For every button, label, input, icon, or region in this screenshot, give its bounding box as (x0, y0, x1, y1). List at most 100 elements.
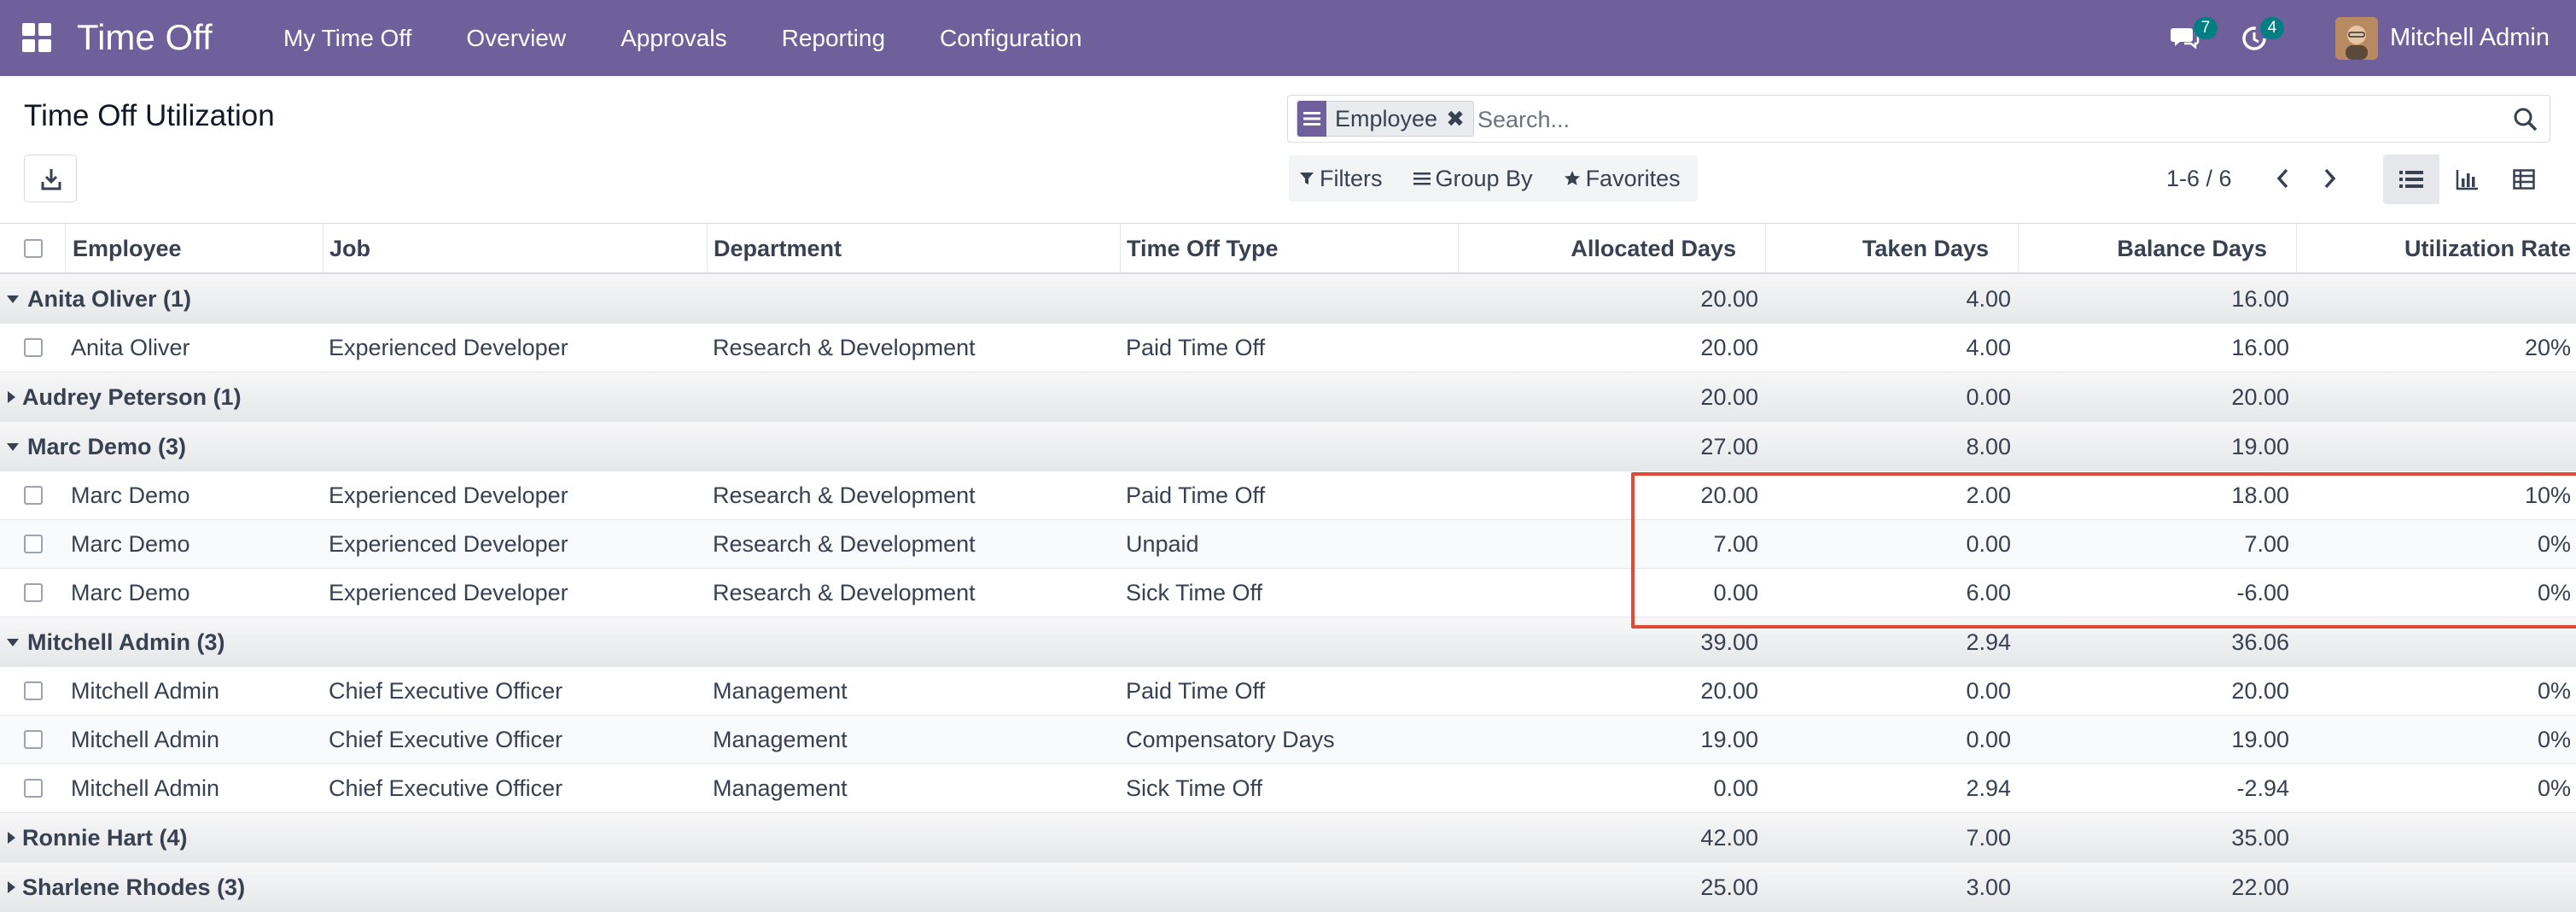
row-checkbox[interactable] (24, 486, 43, 505)
cell-allocated: 20.00 (1700, 335, 1758, 360)
search-input[interactable]: Search... (1477, 107, 1570, 133)
pager-value[interactable]: 1-6 / 6 (2166, 166, 2232, 192)
group-taken: 8.00 (1966, 434, 2011, 459)
pager-next-icon[interactable] (2319, 166, 2340, 191)
download-button[interactable] (24, 155, 77, 202)
caret-down-icon (7, 639, 19, 646)
caret-down-icon (7, 443, 19, 451)
list-view-icon (2399, 171, 2423, 188)
filters-button[interactable]: Filters (1299, 166, 1383, 192)
pivot-view-button[interactable] (2496, 155, 2552, 204)
col-balance-days[interactable]: Balance Days (2117, 224, 2267, 273)
filter-icon (1300, 173, 1314, 184)
cell-employee: Mitchell Admin (71, 727, 220, 752)
group-name: Anita Oliver (1) (27, 286, 192, 312)
menu-reporting[interactable]: Reporting (755, 25, 912, 52)
cell-taken: 4.00 (1966, 335, 2011, 360)
pivot-table-icon (2513, 169, 2535, 190)
cell-balance: 19.00 (2231, 727, 2289, 752)
group-row-ronnie-hart[interactable]: Ronnie Hart (4) 42.00 7.00 35.00 (0, 813, 2576, 863)
menu-overview[interactable]: Overview (439, 25, 593, 52)
group-allocated: 42.00 (1700, 825, 1758, 851)
list-view-button[interactable] (2383, 155, 2439, 204)
search-facet-employee[interactable]: Employee ✖ (1297, 101, 1474, 137)
col-allocated-days[interactable]: Allocated Days (1571, 224, 1736, 273)
facet-label: Employee (1335, 105, 1438, 132)
graph-view-button[interactable] (2439, 155, 2496, 204)
row-checkbox[interactable] (24, 535, 43, 553)
caret-down-icon (7, 295, 19, 303)
row-checkbox[interactable] (24, 583, 43, 602)
select-all-checkbox[interactable] (24, 239, 43, 258)
cell-balance: -2.94 (2236, 775, 2289, 801)
row-checkbox[interactable] (24, 730, 43, 749)
app-title[interactable]: Time Off (77, 15, 213, 60)
page-title: Time Off Utilization (24, 99, 275, 132)
group-row-mitchell-admin[interactable]: Mitchell Admin (3) 39.00 2.94 36.06 (0, 617, 2576, 667)
cell-taken: 2.94 (1966, 775, 2011, 801)
app-grid-icon[interactable] (22, 23, 51, 52)
cell-department: Research & Development (713, 482, 976, 508)
table-row[interactable]: Marc Demo Experienced Developer Research… (0, 520, 2576, 569)
cell-utilization: 20% (2524, 335, 2571, 360)
cell-employee: Anita Oliver (71, 335, 190, 360)
pager-previous-icon[interactable] (2273, 166, 2293, 191)
table-row[interactable]: Mitchell Admin Chief Executive Officer M… (0, 667, 2576, 716)
group-allocated: 25.00 (1700, 874, 1758, 900)
group-allocated: 20.00 (1700, 286, 1758, 312)
group-balance: 35.00 (2231, 825, 2289, 851)
top-navbar: Time Off My Time Off Overview Approvals … (0, 0, 2576, 76)
group-balance: 36.06 (2231, 629, 2289, 655)
user-name[interactable]: Mitchell Admin (2390, 24, 2550, 52)
table-row[interactable]: Marc Demo Experienced Developer Research… (0, 569, 2576, 617)
row-checkbox[interactable] (24, 681, 43, 700)
view-switcher (2383, 155, 2552, 204)
group-taken: 3.00 (1966, 874, 2011, 900)
row-checkbox[interactable] (24, 338, 43, 357)
list-table: Employee Job Department Time Off Type Al… (0, 223, 2576, 912)
star-icon (1564, 171, 1580, 185)
col-job[interactable]: Job (329, 224, 370, 273)
col-time-off-type[interactable]: Time Off Type (1127, 224, 1279, 273)
user-avatar[interactable] (2335, 17, 2378, 60)
activities-badge: 4 (2260, 17, 2284, 39)
menu-approvals[interactable]: Approvals (593, 25, 755, 52)
cell-utilization: 0% (2537, 531, 2571, 557)
cell-department: Management (713, 727, 848, 752)
menu-configuration[interactable]: Configuration (912, 25, 1110, 52)
group-by-label: Group By (1435, 165, 1533, 191)
row-checkbox[interactable] (24, 779, 43, 798)
group-row-audrey-peterson[interactable]: Audrey Peterson (1) 20.00 0.00 20.00 (0, 372, 2576, 422)
group-row-sharlene-rhodes[interactable]: Sharlene Rhodes (3) 25.00 3.00 22.00 (0, 863, 2576, 912)
table-row[interactable]: Mitchell Admin Chief Executive Officer M… (0, 716, 2576, 764)
group-row-anita-oliver[interactable]: Anita Oliver (1) 20.00 4.00 16.00 (0, 274, 2576, 324)
table-row[interactable]: Mitchell Admin Chief Executive Officer M… (0, 764, 2576, 813)
facet-remove-icon[interactable]: ✖ (1446, 106, 1473, 132)
table-row[interactable]: Marc Demo Experienced Developer Research… (0, 471, 2576, 520)
favorites-button[interactable]: Favorites (1564, 166, 1681, 192)
search-icon[interactable] (2512, 106, 2539, 133)
favorites-label: Favorites (1585, 165, 1681, 191)
cell-taken: 6.00 (1966, 580, 2011, 605)
cell-time-off-type: Compensatory Days (1126, 727, 1335, 752)
group-by-button[interactable]: Group By (1413, 166, 1533, 192)
group-name: Marc Demo (3) (27, 434, 187, 459)
menu-my-time-off[interactable]: My Time Off (256, 25, 439, 52)
col-taken-days[interactable]: Taken Days (1862, 224, 1989, 273)
group-row-marc-demo[interactable]: Marc Demo (3) 27.00 8.00 19.00 (0, 422, 2576, 471)
cell-time-off-type: Paid Time Off (1126, 482, 1266, 508)
cell-utilization: 0% (2537, 727, 2571, 752)
group-balance: 19.00 (2231, 434, 2289, 459)
col-department[interactable]: Department (714, 224, 842, 273)
cell-department: Research & Development (713, 580, 976, 605)
col-employee[interactable]: Employee (73, 224, 182, 273)
group-name: Sharlene Rhodes (3) (22, 874, 246, 900)
cell-time-off-type: Paid Time Off (1126, 335, 1266, 360)
search-bar[interactable]: Employee ✖ Search... (1287, 95, 2550, 143)
cell-employee: Marc Demo (71, 531, 190, 557)
cell-time-off-type: Sick Time Off (1126, 775, 1263, 801)
col-utilization-rate[interactable]: Utilization Rate (2404, 224, 2571, 273)
group-balance: 22.00 (2231, 874, 2289, 900)
table-row[interactable]: Anita Oliver Experienced Developer Resea… (0, 324, 2576, 372)
cell-balance: 20.00 (2231, 678, 2289, 704)
